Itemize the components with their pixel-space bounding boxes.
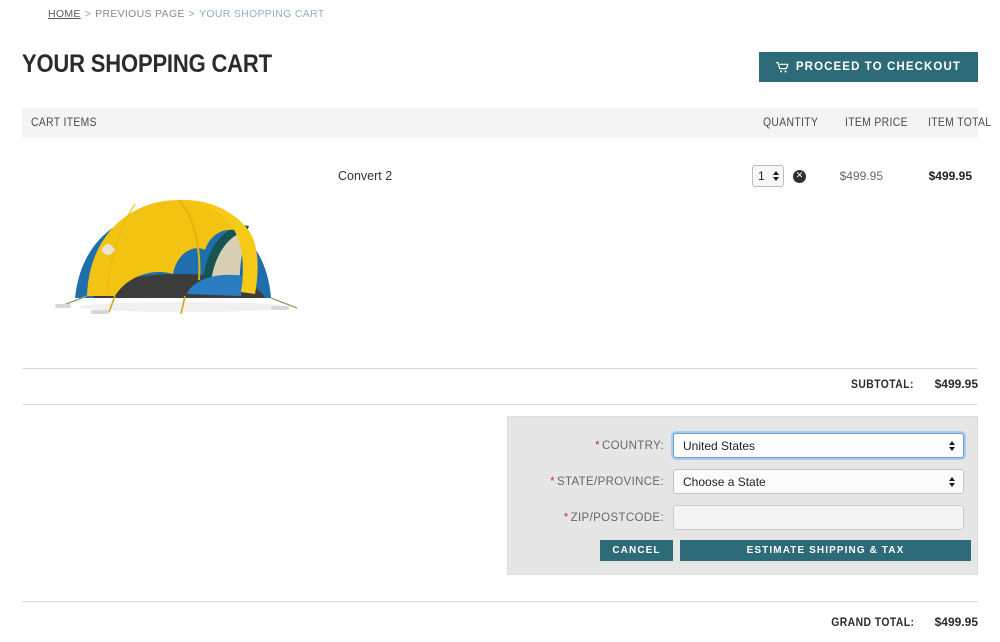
column-header-quantity: QUANTITY	[763, 117, 818, 129]
country-label: *COUNTRY:	[508, 440, 673, 452]
zip-label: *ZIP/POSTCODE:	[508, 512, 673, 524]
shopping-cart-page: HOME>PREVIOUS PAGE>YOUR SHOPPING CART YO…	[0, 0, 1000, 642]
item-total: $499.95	[906, 169, 972, 183]
grand-total-value: $499.95	[914, 615, 978, 629]
subtotal-row: SUBTOTAL: $499.95	[844, 377, 978, 391]
country-label-text: COUNTRY:	[602, 440, 664, 452]
estimate-actions-row: CANCEL ESTIMATE SHIPPING & TAX	[508, 540, 977, 561]
required-asterisk-zip: *	[564, 512, 571, 524]
divider-above-grand-total	[22, 601, 978, 602]
country-select[interactable]: United States	[673, 433, 964, 458]
divider-above-subtotal	[22, 368, 978, 369]
column-header-item-total: ITEM TOTAL	[928, 117, 991, 129]
spinner-arrows-icon[interactable]	[773, 171, 779, 181]
breadcrumb-separator-2: >	[185, 8, 199, 20]
subtotal-value: $499.95	[914, 377, 978, 391]
chevron-updown-icon-country[interactable]	[949, 441, 955, 451]
shopping-cart-icon	[776, 62, 789, 73]
cancel-button[interactable]: CANCEL	[600, 540, 673, 561]
cart-table-header: CART ITEMS QUANTITY ITEM PRICE ITEM TOTA…	[22, 108, 978, 138]
estimate-shipping-panel: *COUNTRY: United States *STATE/PROVINCE:…	[507, 416, 978, 575]
page-title: YOUR SHOPPING CART	[22, 50, 272, 79]
product-name[interactable]: Convert 2	[338, 169, 392, 183]
grand-total-label: GRAND TOTAL:	[831, 617, 914, 629]
quantity-cell: 1 ✕	[752, 165, 806, 187]
country-field-row: *COUNTRY: United States	[508, 433, 977, 458]
breadcrumb-current: YOUR SHOPPING CART	[199, 8, 324, 20]
state-select[interactable]: Choose a State	[673, 469, 964, 494]
subtotal-label: SUBTOTAL:	[851, 379, 914, 391]
grand-total-row: GRAND TOTAL: $499.95	[822, 615, 978, 629]
chevron-updown-icon-state[interactable]	[949, 477, 955, 487]
product-image[interactable]	[35, 170, 315, 325]
state-label-text: STATE/PROVINCE:	[557, 476, 664, 488]
breadcrumb-previous-link[interactable]: PREVIOUS PAGE	[95, 8, 184, 20]
required-asterisk-state: *	[550, 476, 557, 488]
required-asterisk-country: *	[595, 440, 602, 452]
quantity-value: 1	[758, 169, 765, 183]
zip-input[interactable]	[673, 505, 964, 530]
state-label: *STATE/PROVINCE:	[508, 476, 673, 488]
proceed-to-checkout-button[interactable]: PROCEED TO CHECKOUT	[759, 52, 978, 82]
column-header-cart-items: CART ITEMS	[31, 117, 97, 129]
estimate-shipping-tax-button[interactable]: ESTIMATE SHIPPING & TAX	[680, 540, 971, 561]
item-price: $499.95	[823, 169, 883, 183]
breadcrumb: HOME>PREVIOUS PAGE>YOUR SHOPPING CART	[48, 8, 324, 20]
breadcrumb-separator-1: >	[81, 8, 95, 20]
remove-circle-icon[interactable]: ✕	[793, 170, 806, 183]
zip-label-text: ZIP/POSTCODE:	[571, 512, 664, 524]
column-header-item-price: ITEM PRICE	[845, 117, 908, 129]
divider-below-subtotal	[22, 404, 978, 405]
country-selected-value: United States	[683, 439, 755, 453]
quantity-stepper[interactable]: 1	[752, 165, 784, 187]
zip-field-row: *ZIP/POSTCODE:	[508, 505, 977, 530]
breadcrumb-home-link[interactable]: HOME	[48, 8, 81, 20]
state-selected-value: Choose a State	[683, 475, 766, 489]
state-field-row: *STATE/PROVINCE: Choose a State	[508, 469, 977, 494]
proceed-to-checkout-label: PROCEED TO CHECKOUT	[796, 61, 961, 73]
